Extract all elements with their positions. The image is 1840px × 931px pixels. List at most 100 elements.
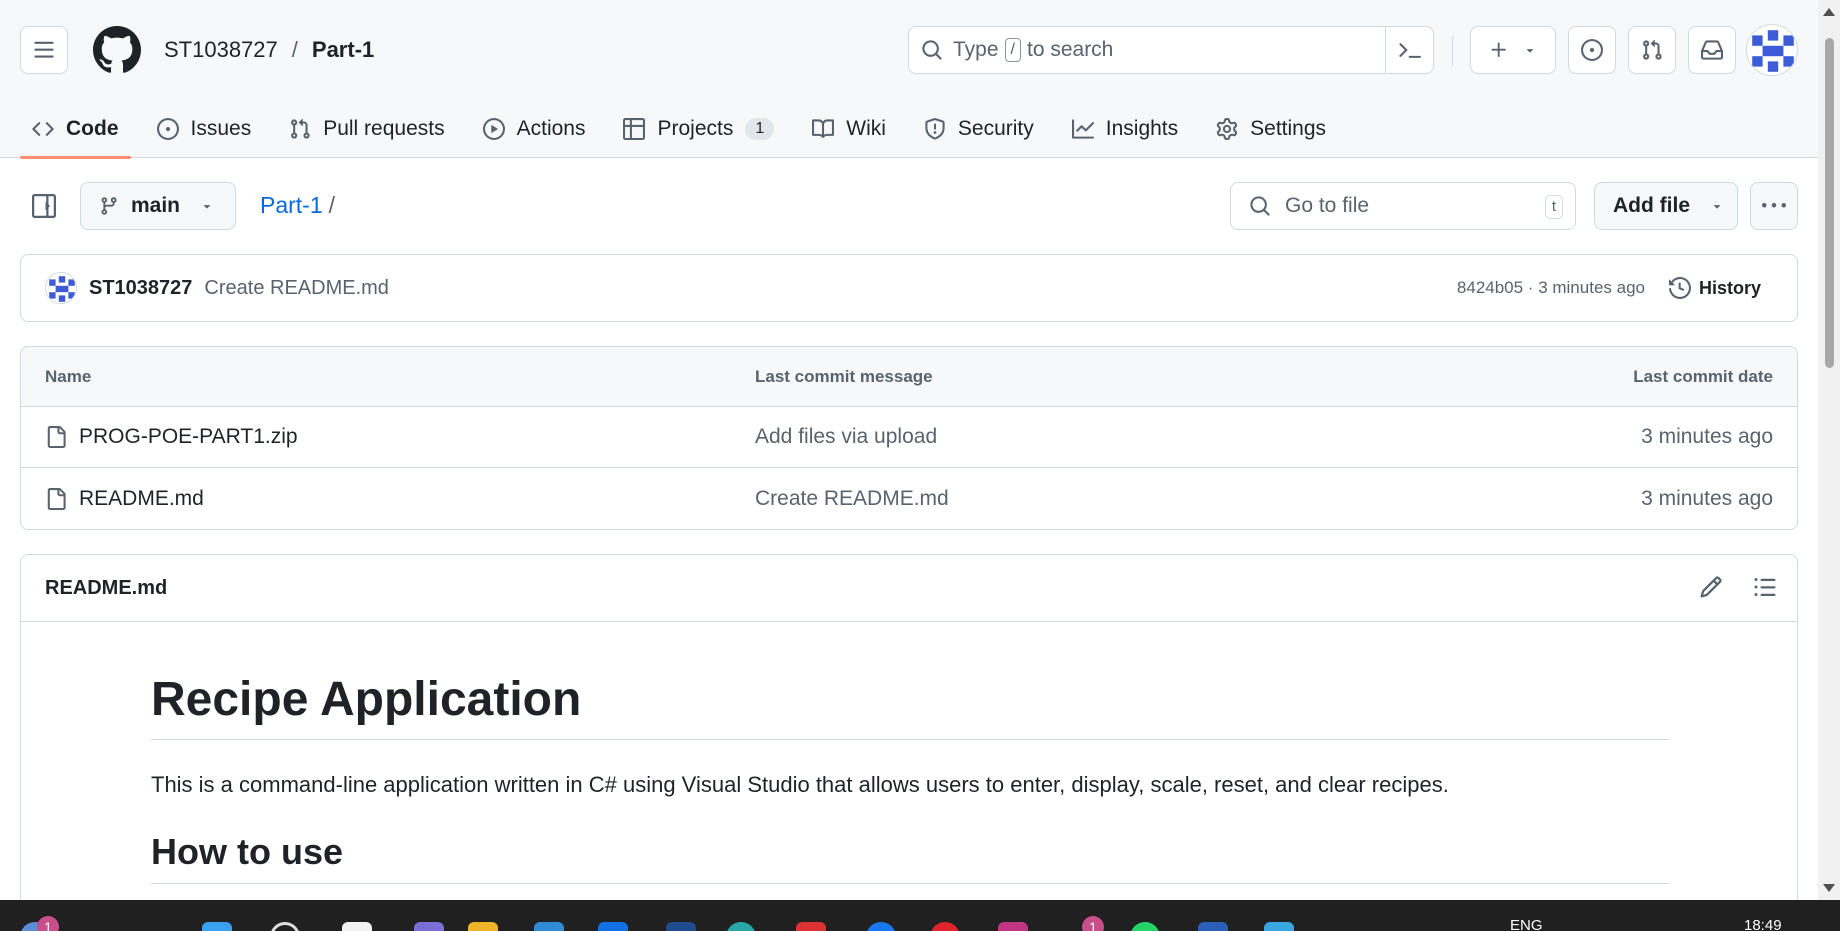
- shield-icon: [925, 118, 945, 140]
- clock-time[interactable]: 18:49: [1744, 917, 1782, 931]
- tab-pull-requests[interactable]: Pull requests: [277, 100, 456, 158]
- sidebar-expand-icon: [32, 194, 56, 218]
- commit-hash-time[interactable]: 8424b05 · 3 minutes ago: [1457, 278, 1645, 298]
- tab-code[interactable]: Code: [20, 100, 131, 159]
- chrome-icon[interactable]: [726, 922, 756, 931]
- go-to-file-shortcut: t: [1544, 195, 1563, 219]
- list-unordered-icon[interactable]: [1753, 575, 1777, 599]
- readme-filename[interactable]: README.md: [45, 577, 167, 600]
- scroll-up-arrow-icon[interactable]: [1823, 8, 1835, 16]
- tab-actions[interactable]: Actions: [471, 100, 598, 158]
- column-date-header: Last commit date: [1633, 366, 1773, 386]
- global-search-input[interactable]: Type / to search: [908, 26, 1434, 74]
- file-tree-toggle-button[interactable]: [24, 186, 64, 226]
- tab-insights[interactable]: Insights: [1060, 100, 1190, 158]
- file-name-cell: PROG-POE-PART1.zip: [45, 407, 298, 467]
- history-button[interactable]: History: [1668, 277, 1761, 299]
- tab-pull-requests-label: Pull requests: [323, 117, 445, 140]
- issue-opened-icon: [156, 118, 179, 140]
- file-name-cell: README.md: [45, 468, 204, 529]
- folder-icon[interactable]: [468, 922, 498, 931]
- tab-wiki[interactable]: Wiki: [800, 100, 898, 158]
- go-to-file-input[interactable]: Go to file t: [1230, 182, 1576, 230]
- page-scrollbar[interactable]: [1818, 0, 1840, 900]
- tab-settings[interactable]: Settings: [1204, 100, 1338, 158]
- more-options-button[interactable]: [1750, 182, 1798, 230]
- pull-requests-button[interactable]: [1628, 26, 1676, 74]
- user-avatar[interactable]: [1746, 24, 1798, 76]
- repo-name-link[interactable]: Part-1: [312, 37, 374, 63]
- file-commit-message-link[interactable]: Add files via upload: [755, 407, 937, 467]
- gear-icon: [1216, 118, 1238, 140]
- pinterest-icon[interactable]: [930, 922, 960, 931]
- scrollbar-thumb[interactable]: [1825, 38, 1834, 368]
- search-icon[interactable]: [270, 922, 300, 931]
- pencil-icon[interactable]: [1699, 575, 1723, 599]
- language-indicator[interactable]: ENG: [1510, 917, 1543, 931]
- taskbar-badge: 1: [37, 916, 59, 931]
- readme-intro: This is a command-line application writt…: [151, 772, 1449, 797]
- triangle-down-icon: [203, 205, 211, 209]
- github-logo-icon[interactable]: [92, 25, 142, 75]
- three-bars-icon: [34, 41, 54, 58]
- commit-author-link[interactable]: ST1038727: [89, 277, 192, 300]
- app-blue-icon[interactable]: [1198, 922, 1228, 931]
- repo-toolbar: main Part-1/ Go to file t Add file: [20, 182, 1798, 230]
- tab-wiki-label: Wiki: [846, 117, 886, 140]
- instagram-icon[interactable]: [998, 922, 1028, 931]
- teams-icon[interactable]: [414, 922, 444, 931]
- readme-header: README.md: [21, 555, 1797, 622]
- vscode-icon[interactable]: [1264, 922, 1294, 931]
- file-commit-message-link[interactable]: Create README.md: [755, 468, 949, 529]
- file-commit-date: 3 minutes ago: [1641, 425, 1773, 448]
- git-pull-request-icon: [291, 118, 310, 139]
- table-icon: [623, 118, 646, 140]
- calendar-icon[interactable]: [534, 922, 564, 931]
- add-file-label: Add file: [1613, 194, 1690, 217]
- inbox-icon: [1701, 40, 1723, 60]
- tab-security[interactable]: Security: [912, 100, 1046, 158]
- start-icon[interactable]: [202, 922, 232, 931]
- repo-breadcrumb: ST1038727 / Part-1: [164, 37, 374, 63]
- tab-actions-label: Actions: [516, 117, 586, 140]
- file-name-link[interactable]: PROG-POE-PART1.zip: [79, 425, 298, 449]
- git-pull-request-icon: [1643, 39, 1662, 60]
- file-name-link[interactable]: README.md: [79, 487, 204, 511]
- file-icon: [47, 487, 66, 510]
- repo-nav-tabs: Code Issues Pull requests Actions Projec…: [0, 100, 1818, 159]
- task-view-icon[interactable]: [342, 922, 372, 931]
- store-icon[interactable]: [598, 922, 628, 931]
- add-file-button[interactable]: Add file: [1594, 182, 1738, 230]
- messenger-icon[interactable]: [866, 922, 896, 931]
- branch-selector-button[interactable]: main: [80, 182, 236, 230]
- app-red-icon[interactable]: [796, 922, 826, 931]
- whatsapp-icon[interactable]: [1130, 922, 1160, 931]
- commit-message-link[interactable]: Create README.md: [204, 277, 389, 300]
- scroll-down-arrow-icon[interactable]: [1823, 884, 1835, 892]
- table-row: README.md Create README.md 3 minutes ago: [21, 468, 1797, 529]
- word-icon[interactable]: [666, 922, 696, 931]
- repo-header: ST1038727 / Part-1 Type / to search Code…: [0, 0, 1818, 159]
- tab-issues[interactable]: Issues: [145, 100, 264, 158]
- create-new-button[interactable]: [1470, 26, 1556, 74]
- os-taskbar: 1 1 ENG 18:49: [0, 900, 1840, 931]
- tab-projects[interactable]: Projects 1: [611, 100, 786, 158]
- path-repo-link[interactable]: Part-1: [260, 192, 323, 218]
- path-separator: /: [328, 192, 336, 218]
- command-palette-button[interactable]: [1385, 27, 1433, 73]
- readme-tools: [1699, 575, 1777, 599]
- search-icon: [922, 40, 942, 60]
- repo-owner-link[interactable]: ST1038727: [164, 37, 278, 63]
- hamburger-menu-button[interactable]: [20, 26, 68, 74]
- tab-issues-label: Issues: [190, 117, 252, 140]
- search-suffix: to search: [1026, 38, 1114, 61]
- code-icon: [32, 122, 54, 136]
- commit-author-avatar[interactable]: [45, 272, 77, 304]
- file-path-breadcrumb: Part-1/: [260, 192, 335, 219]
- terminal-icon: [1398, 43, 1421, 58]
- inbox-button[interactable]: [1688, 26, 1736, 74]
- book-icon: [812, 119, 835, 138]
- issue-opened-icon: [1581, 39, 1603, 61]
- issues-button[interactable]: [1568, 26, 1616, 74]
- readme-body: Recipe Application This is a command-lin…: [21, 672, 1797, 884]
